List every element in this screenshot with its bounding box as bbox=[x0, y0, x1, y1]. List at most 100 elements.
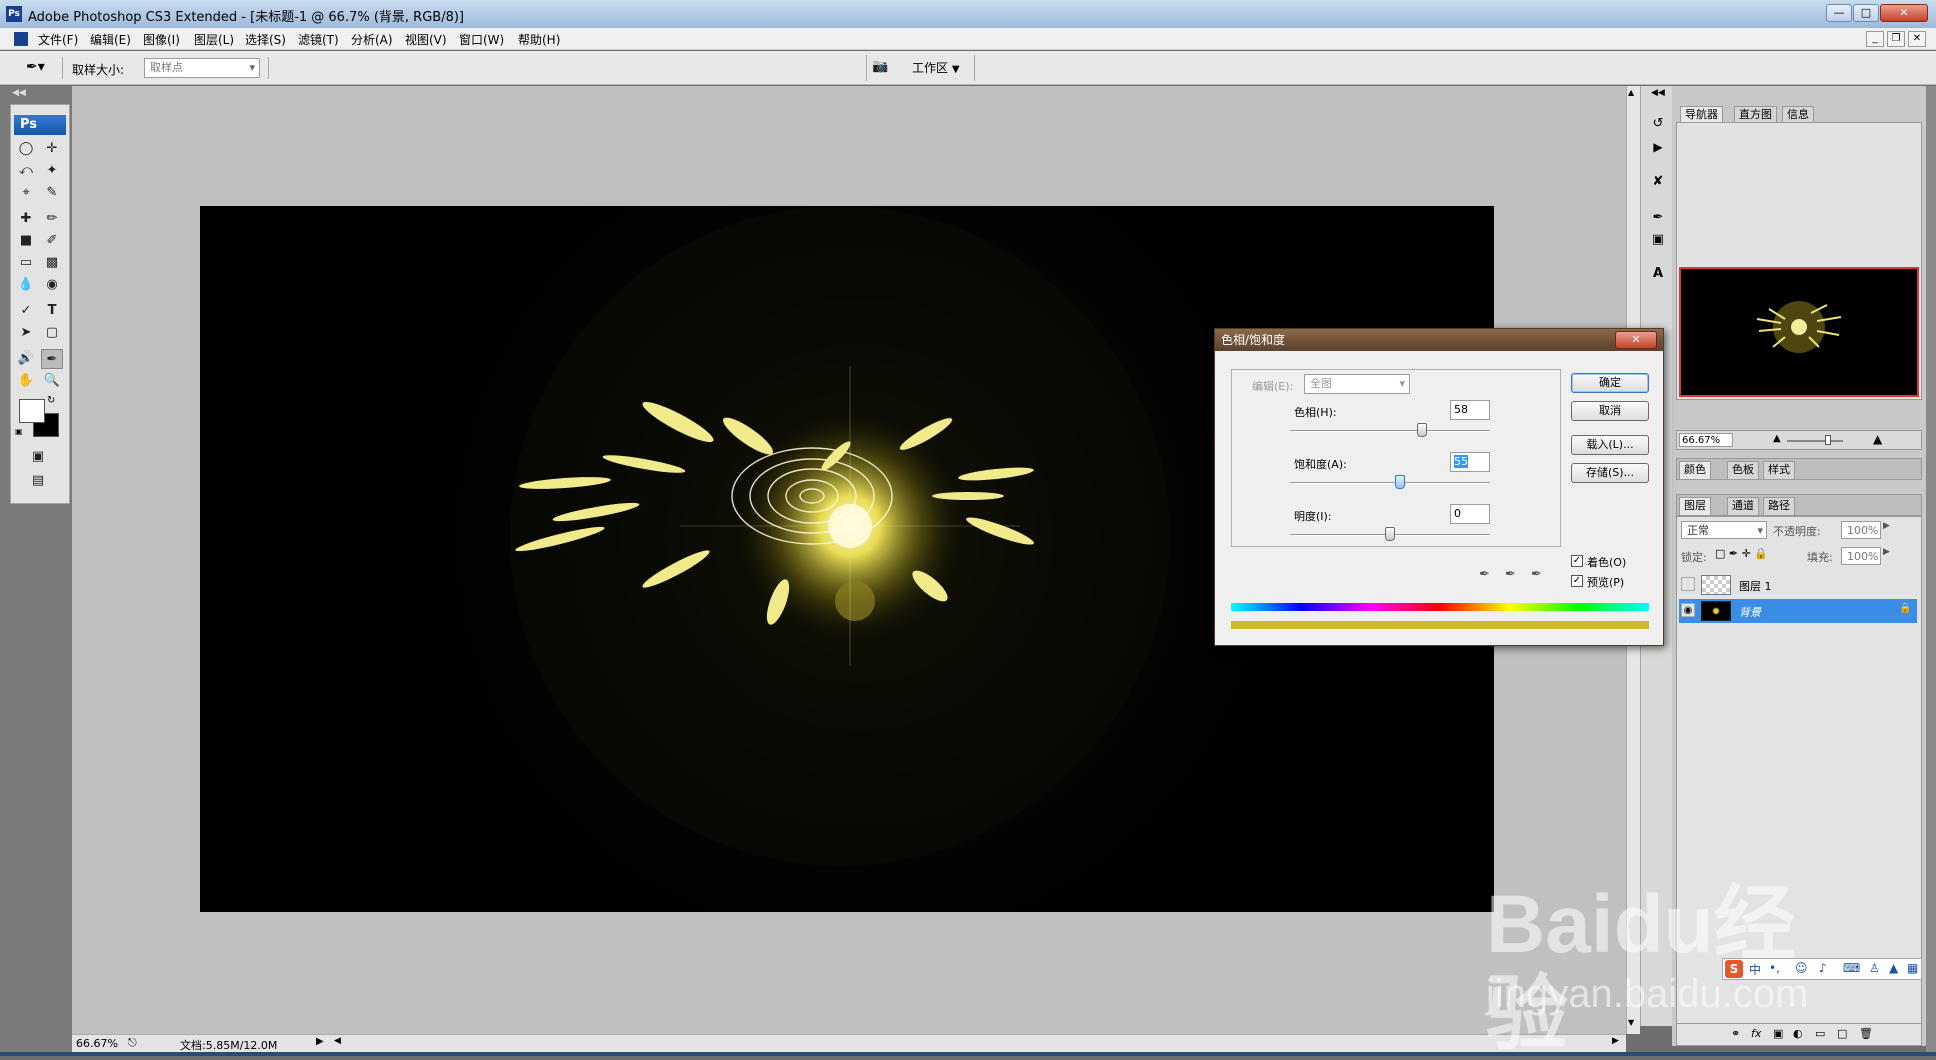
workspace-menu-button[interactable]: 工作区 ▼ bbox=[912, 59, 968, 77]
lightness-input[interactable]: 0 bbox=[1450, 504, 1490, 524]
dock-scrollbar[interactable] bbox=[1926, 86, 1936, 1052]
menu-help[interactable]: 帮助(H) bbox=[518, 31, 560, 48]
eyedropper-plus-icon[interactable]: ✒ bbox=[1505, 567, 1516, 582]
type-tool-icon[interactable]: T bbox=[41, 301, 63, 321]
tool-presets-icon[interactable]: ✘ bbox=[1647, 174, 1669, 194]
tab-paths[interactable]: 路径 bbox=[1763, 497, 1795, 515]
saturation-slider[interactable] bbox=[1290, 482, 1490, 484]
ime-menu-icon[interactable]: ▦ bbox=[1907, 961, 1918, 975]
brush-tool-icon[interactable]: ✏ bbox=[41, 209, 63, 229]
path-selection-tool-icon[interactable]: ➤ bbox=[15, 323, 37, 343]
shape-tool-icon[interactable]: ▢ bbox=[41, 323, 63, 343]
document-icon[interactable] bbox=[14, 32, 28, 46]
dodge-tool-icon[interactable]: ◉ bbox=[41, 275, 63, 295]
tab-styles[interactable]: 样式 bbox=[1763, 461, 1795, 479]
hue-input[interactable]: 58 bbox=[1450, 400, 1490, 420]
doc-close-button[interactable]: ✕ bbox=[1908, 31, 1926, 47]
history-panel-icon[interactable]: ↺ bbox=[1647, 116, 1669, 136]
saturation-input[interactable]: 55 bbox=[1450, 452, 1490, 472]
hand-tool-icon[interactable]: ✋ bbox=[15, 371, 37, 391]
ok-button[interactable]: 确定 bbox=[1571, 373, 1649, 393]
menu-image[interactable]: 图像(I) bbox=[143, 31, 180, 48]
collapse-dock-icon[interactable]: ◀◀ bbox=[1651, 88, 1665, 98]
tab-channels[interactable]: 通道 bbox=[1727, 497, 1759, 515]
character-panel-icon[interactable]: A bbox=[1647, 266, 1669, 286]
preview-label[interactable]: 预览(P) bbox=[1587, 574, 1624, 590]
menu-file[interactable]: 文件(F) bbox=[38, 31, 78, 48]
layer-name[interactable]: 图层 1 bbox=[1739, 578, 1772, 594]
eyedropper-tool-icon[interactable]: ✒ bbox=[41, 349, 63, 369]
zoom-tool-icon[interactable]: 🔍 bbox=[41, 371, 63, 391]
colorize-label[interactable]: 着色(O) bbox=[1587, 554, 1626, 570]
menu-filter[interactable]: 滤镜(T) bbox=[298, 31, 339, 48]
blur-tool-icon[interactable]: 💧 bbox=[15, 275, 37, 295]
tab-swatches[interactable]: 色板 bbox=[1727, 461, 1759, 479]
default-colors-icon[interactable]: ▣ bbox=[15, 427, 23, 436]
menu-view[interactable]: 视图(V) bbox=[405, 31, 447, 48]
zoom-out-icon[interactable]: ▲ bbox=[1773, 433, 1781, 444]
zoom-in-icon[interactable]: ▲ bbox=[1873, 432, 1882, 446]
gradient-tool-icon[interactable]: ▩ bbox=[41, 253, 63, 273]
magic-wand-tool-icon[interactable]: ✦ bbox=[41, 161, 63, 181]
visibility-toggle[interactable] bbox=[1681, 577, 1695, 591]
hue-slider-thumb[interactable] bbox=[1417, 423, 1428, 437]
crop-tool-icon[interactable]: ⌖ bbox=[15, 183, 37, 203]
swap-colors-icon[interactable]: ↻ bbox=[47, 395, 55, 406]
eye-icon[interactable]: ◉ bbox=[1681, 603, 1695, 617]
layer-row[interactable]: 图层 1 bbox=[1679, 573, 1917, 597]
navigator-preview[interactable] bbox=[1679, 267, 1919, 397]
fill-field[interactable]: 100% bbox=[1841, 547, 1881, 565]
layer-name[interactable]: 背景 bbox=[1739, 604, 1761, 620]
menu-edit[interactable]: 编辑(E) bbox=[90, 31, 131, 48]
hue-slider[interactable] bbox=[1290, 430, 1490, 432]
saturation-slider-thumb[interactable] bbox=[1395, 475, 1405, 489]
lasso-tool-icon[interactable]: ⤺ bbox=[15, 161, 37, 181]
brushes-panel-icon[interactable]: ✒ bbox=[1647, 210, 1669, 230]
cancel-button[interactable]: 取消 bbox=[1571, 401, 1649, 421]
ime-user-icon[interactable]: ♙ bbox=[1869, 961, 1880, 975]
doc-restore-button[interactable]: ❐ bbox=[1887, 31, 1905, 47]
clone-source-icon[interactable]: ▣ bbox=[1647, 232, 1669, 252]
navigator-zoom-field[interactable]: 66.67% bbox=[1679, 433, 1733, 447]
ime-skin-icon[interactable]: ▲ bbox=[1889, 961, 1898, 975]
load-button[interactable]: 载入(L)... bbox=[1571, 435, 1649, 455]
pen-tool-icon[interactable]: ✓ bbox=[15, 301, 37, 321]
history-brush-tool-icon[interactable]: ✐ bbox=[41, 231, 63, 251]
colorize-checkbox[interactable]: ✓ bbox=[1571, 555, 1583, 567]
marquee-tool-icon[interactable]: ◯ bbox=[15, 139, 37, 159]
screen-mode-icon[interactable]: ▤ bbox=[27, 471, 49, 491]
healing-brush-tool-icon[interactable]: ✚ bbox=[15, 209, 37, 229]
save-button[interactable]: 存储(S)... bbox=[1571, 463, 1649, 483]
zoom-level[interactable]: 66.67% bbox=[76, 1037, 118, 1050]
file-browser-icon[interactable]: 📷 bbox=[872, 59, 892, 77]
eyedropper-minus-icon[interactable]: ✒ bbox=[1531, 567, 1542, 582]
clone-stamp-tool-icon[interactable]: ■ bbox=[15, 231, 37, 251]
opacity-arrow-icon[interactable]: ▶ bbox=[1883, 521, 1890, 531]
status-menu-arrow-icon[interactable]: ▶ bbox=[316, 1036, 324, 1047]
edit-select[interactable]: 全图 ▾ bbox=[1304, 374, 1410, 394]
zoom-slider[interactable] bbox=[1787, 440, 1843, 442]
tab-layers[interactable]: 图层 bbox=[1679, 497, 1711, 515]
scroll-up-arrow-icon[interactable]: ▲ bbox=[1628, 88, 1634, 97]
menu-select[interactable]: 选择(S) bbox=[245, 31, 286, 48]
zoom-slider-thumb[interactable] bbox=[1825, 435, 1831, 445]
tab-color[interactable]: 颜色 bbox=[1679, 461, 1711, 479]
lightness-slider-thumb[interactable] bbox=[1385, 527, 1395, 541]
sample-size-select[interactable]: 取样点 ▾ bbox=[144, 58, 260, 78]
layer-row-selected[interactable]: ◉ 背景 🔒 bbox=[1679, 599, 1917, 623]
menu-analysis[interactable]: 分析(A) bbox=[351, 31, 393, 48]
eraser-tool-icon[interactable]: ▭ bbox=[15, 253, 37, 273]
maximize-button[interactable]: □ bbox=[1853, 4, 1879, 22]
eyedropper-icon[interactable]: ✒ bbox=[1479, 567, 1490, 582]
actions-panel-icon[interactable]: ▶ bbox=[1647, 140, 1669, 160]
preview-checkbox[interactable]: ✓ bbox=[1571, 575, 1583, 587]
doc-minimize-button[interactable]: _ bbox=[1866, 31, 1884, 47]
notes-tool-icon[interactable]: 🔊 bbox=[15, 349, 37, 369]
lock-pixels-icons[interactable]: □ ✒ ✛ 🔒 bbox=[1715, 547, 1768, 560]
photoshop-app-icon[interactable]: Ps bbox=[6, 6, 22, 22]
blend-mode-select[interactable]: 正常 ▾ bbox=[1681, 521, 1767, 539]
menu-window[interactable]: 窗口(W) bbox=[459, 31, 504, 48]
menu-layer[interactable]: 图层(L) bbox=[194, 31, 234, 48]
dialog-close-button[interactable]: ✕ bbox=[1615, 331, 1657, 349]
minimize-button[interactable]: — bbox=[1826, 4, 1852, 22]
